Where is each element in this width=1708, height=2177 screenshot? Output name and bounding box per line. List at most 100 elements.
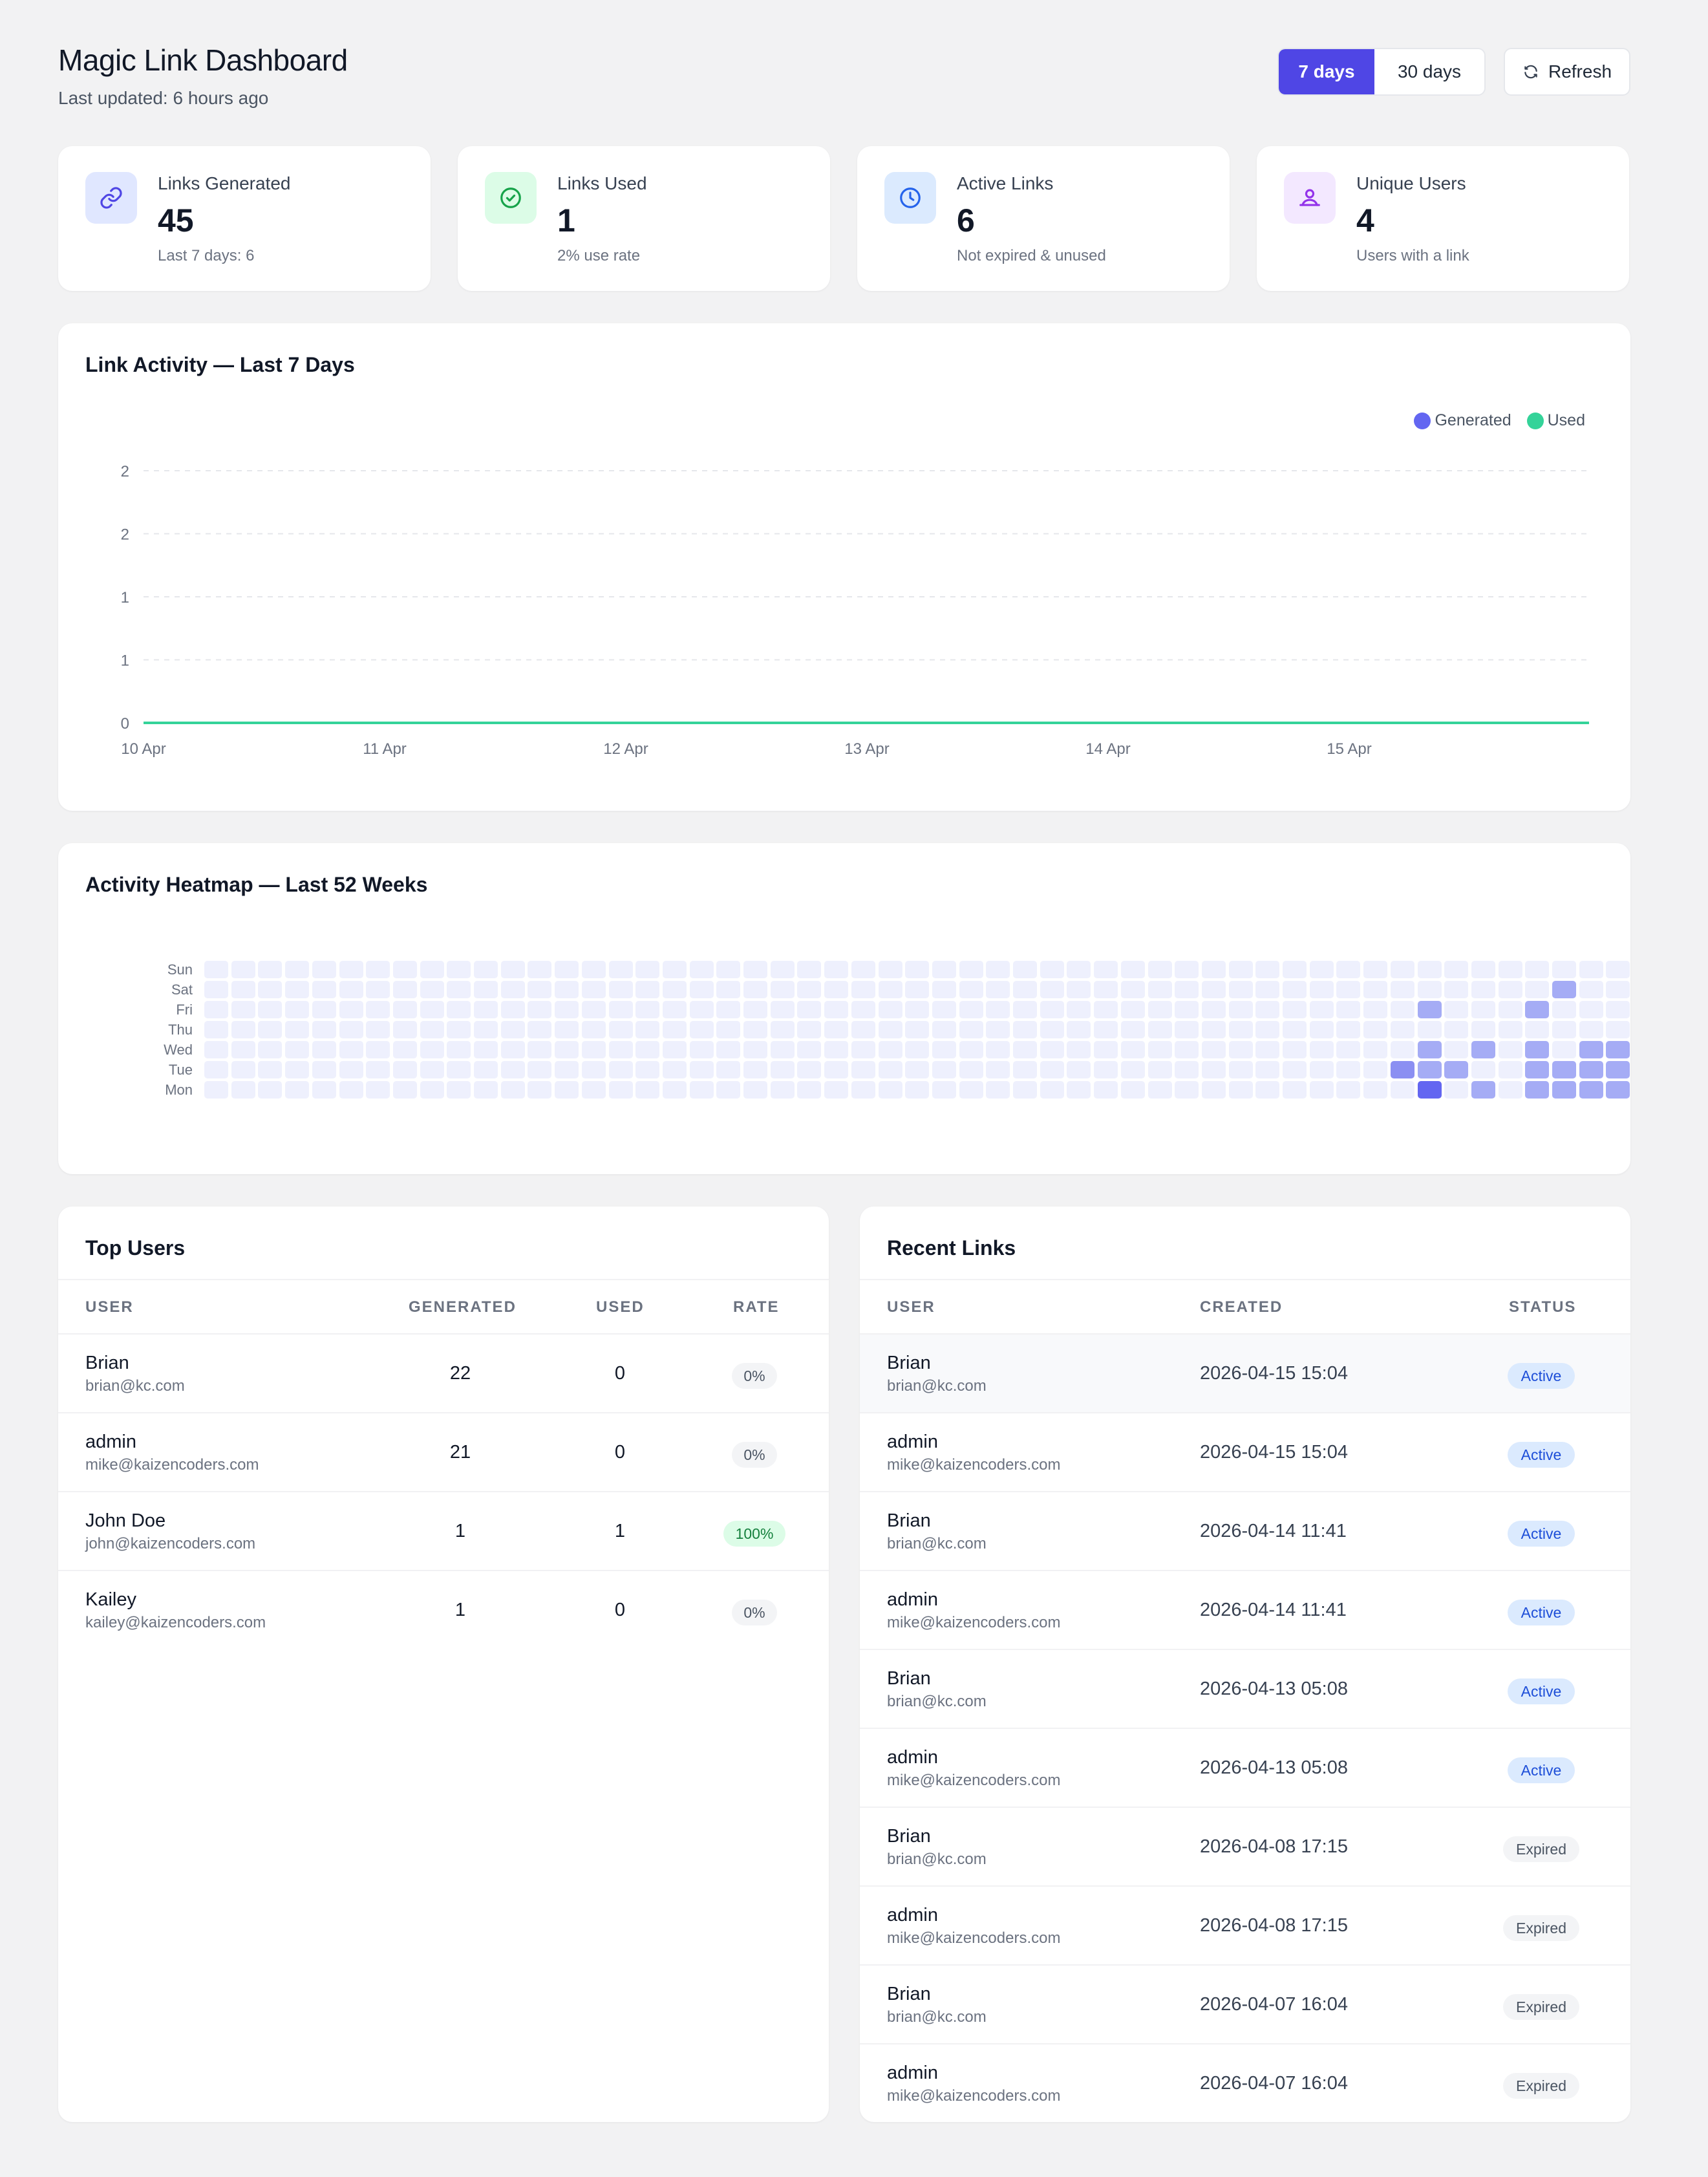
table-row[interactable]: Brian brian@kc.com 2026-04-07 16:04 Expired [860,1964,1630,2043]
heatmap-cell[interactable] [555,1001,579,1018]
heatmap-cell[interactable] [1120,1021,1145,1038]
heatmap-cell[interactable] [1067,981,1091,998]
heatmap-cell[interactable] [824,1001,849,1018]
heatmap-cell[interactable] [851,1061,875,1078]
heatmap-cell[interactable] [662,1001,687,1018]
heatmap-cell[interactable] [285,1001,310,1018]
heatmap-cell[interactable] [1309,981,1334,998]
heatmap-cell[interactable] [1228,1061,1253,1078]
heatmap-cell[interactable] [1201,1041,1226,1058]
heatmap-cell[interactable] [1148,1021,1172,1038]
heatmap-cell[interactable] [689,1081,714,1099]
heatmap-cell[interactable] [1175,1061,1199,1078]
heatmap-cell[interactable] [528,961,552,978]
heatmap-cell[interactable] [932,1041,956,1058]
heatmap-cell[interactable] [392,981,417,998]
heatmap-cell[interactable] [366,1061,390,1078]
heatmap-cell[interactable] [1552,961,1576,978]
heatmap-cell[interactable] [312,981,336,998]
heatmap-cell[interactable] [555,981,579,998]
heatmap-cell[interactable] [447,1001,471,1018]
heatmap-cell[interactable] [716,981,741,998]
heatmap-cell[interactable] [474,1081,498,1099]
heatmap-cell[interactable] [959,981,983,998]
heatmap-cell[interactable] [1363,1061,1388,1078]
heatmap-cell[interactable] [528,1021,552,1038]
heatmap-cell[interactable] [986,1081,1010,1099]
heatmap-cell[interactable] [932,1001,956,1018]
heatmap-cell[interactable] [231,961,255,978]
heatmap-cell[interactable] [851,1021,875,1038]
heatmap-cell[interactable] [716,1021,741,1038]
heatmap-cell[interactable] [1363,1021,1388,1038]
heatmap-cell[interactable] [1525,1081,1550,1099]
heatmap-cell[interactable] [1309,1061,1334,1078]
heatmap-cell[interactable] [1444,1081,1469,1099]
heatmap-cell[interactable] [1552,1081,1576,1099]
table-row[interactable]: admin mike@kaizencoders.com 21 0 0% [58,1412,829,1491]
heatmap-cell[interactable] [339,1041,363,1058]
heatmap-cell[interactable] [1390,961,1414,978]
heatmap-cell[interactable] [285,1061,310,1078]
heatmap-cell[interactable] [420,961,444,978]
heatmap-cell[interactable] [1336,961,1361,978]
heatmap-cell[interactable] [1120,1081,1145,1099]
heatmap-cell[interactable] [581,1061,606,1078]
heatmap-cell[interactable] [366,1081,390,1099]
heatmap-cell[interactable] [1390,1061,1414,1078]
heatmap-cell[interactable] [932,1061,956,1078]
heatmap-cell[interactable] [662,1041,687,1058]
table-row[interactable]: Brian brian@kc.com 2026-04-13 05:08 Active [860,1649,1630,1728]
heatmap-cell[interactable] [258,981,283,998]
table-row[interactable]: admin mike@kaizencoders.com 2026-04-15 15:… [860,1412,1630,1491]
heatmap-cell[interactable] [528,1061,552,1078]
heatmap-cell[interactable] [231,1001,255,1018]
heatmap-cell[interactable] [555,1021,579,1038]
heatmap-cell[interactable] [1390,1001,1414,1018]
heatmap-cell[interactable] [1283,1041,1307,1058]
heatmap-cell[interactable] [1255,981,1280,998]
heatmap-cell[interactable] [608,961,633,978]
range-7-days-button[interactable]: 7 days [1279,49,1374,94]
heatmap-cell[interactable] [1390,981,1414,998]
heatmap-cell[interactable] [1525,981,1550,998]
heatmap-cell[interactable] [528,1081,552,1099]
heatmap-cell[interactable] [581,1001,606,1018]
heatmap-cell[interactable] [420,1001,444,1018]
heatmap-cell[interactable] [392,1021,417,1038]
heatmap-cell[interactable] [555,1041,579,1058]
heatmap-cell[interactable] [204,1041,228,1058]
heatmap-cell[interactable] [932,961,956,978]
heatmap-cell[interactable] [1417,1021,1442,1038]
heatmap-cell[interactable] [581,981,606,998]
heatmap-cell[interactable] [1013,961,1037,978]
heatmap-cell[interactable] [500,981,525,998]
heatmap-cell[interactable] [635,1021,660,1038]
heatmap-cell[interactable] [716,1001,741,1018]
heatmap-cell[interactable] [905,961,930,978]
heatmap-cell[interactable] [1094,1081,1118,1099]
heatmap-cell[interactable] [1040,961,1064,978]
table-row[interactable]: Brian brian@kc.com 2026-04-14 11:41 Active [860,1491,1630,1570]
heatmap-cell[interactable] [851,981,875,998]
heatmap-cell[interactable] [1525,961,1550,978]
heatmap-cell[interactable] [474,1041,498,1058]
heatmap-cell[interactable] [1013,1041,1037,1058]
heatmap-cell[interactable] [1444,1041,1469,1058]
heatmap-cell[interactable] [447,1021,471,1038]
heatmap-cell[interactable] [716,1081,741,1099]
heatmap-cell[interactable] [635,1081,660,1099]
heatmap-cell[interactable] [1283,1001,1307,1018]
heatmap-cell[interactable] [905,1001,930,1018]
heatmap-cell[interactable] [662,1021,687,1038]
heatmap-cell[interactable] [447,1041,471,1058]
heatmap-cell[interactable] [1336,1061,1361,1078]
heatmap-cell[interactable] [1283,1061,1307,1078]
heatmap-cell[interactable] [581,961,606,978]
heatmap-cell[interactable] [420,1021,444,1038]
heatmap-cell[interactable] [1390,1081,1414,1099]
heatmap-cell[interactable] [770,1081,795,1099]
heatmap-cell[interactable] [204,981,228,998]
heatmap-cell[interactable] [1417,1001,1442,1018]
heatmap-cell[interactable] [528,1041,552,1058]
